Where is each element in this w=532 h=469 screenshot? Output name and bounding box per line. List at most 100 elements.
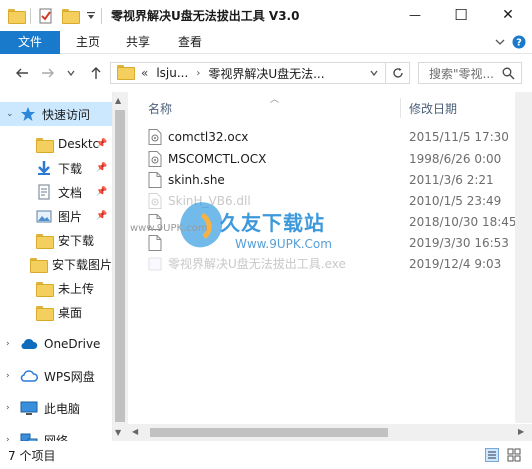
pin-icon: 📌 bbox=[96, 163, 108, 173]
forward-button[interactable] bbox=[38, 63, 58, 83]
ocx-file-icon bbox=[148, 128, 162, 145]
file-date: 2015/11/5 17:30 bbox=[409, 129, 509, 144]
sidebar-item[interactable]: Desktc 📌 bbox=[0, 132, 112, 156]
file-name: MSCOMCTL.OCX bbox=[168, 151, 267, 166]
details-view-icon[interactable] bbox=[485, 448, 499, 465]
tab-view[interactable]: 查看 bbox=[170, 31, 210, 54]
download-arrow-icon bbox=[36, 160, 52, 176]
file-row[interactable]: 2019/3/30 16:53 bbox=[148, 232, 512, 253]
expand-ribbon-icon[interactable] bbox=[494, 36, 506, 51]
file-name: 零视界解决U盘无法拔出工具.exe bbox=[168, 257, 346, 271]
sidebar-item[interactable]: › 此电脑 bbox=[0, 396, 112, 420]
breadcrumb-overflow[interactable]: « bbox=[141, 66, 148, 80]
file-date: 1998/6/26 0:00 bbox=[409, 151, 502, 166]
column-header-date[interactable]: 修改日期 bbox=[409, 100, 457, 118]
ocx-file-icon bbox=[148, 150, 162, 167]
back-arrow-icon bbox=[16, 68, 28, 78]
customize-toolbar-icon[interactable] bbox=[86, 7, 96, 24]
file-date: 2019/3/30 16:53 bbox=[409, 235, 509, 250]
breadcrumb-item[interactable]: lsju... bbox=[156, 66, 188, 80]
file-date: 2018/10/30 18:45 bbox=[409, 214, 517, 229]
sidebar-item[interactable]: 安下载 bbox=[0, 228, 112, 252]
content-scrollbar[interactable] bbox=[515, 92, 532, 423]
column-header-name[interactable]: 名称 bbox=[148, 100, 172, 118]
refresh-button[interactable] bbox=[385, 63, 409, 83]
scroll-right-icon[interactable]: ▶ bbox=[518, 427, 524, 436]
close-button[interactable]: ✕ bbox=[485, 0, 531, 30]
sidebar-item[interactable]: 下载 📌 bbox=[0, 156, 112, 180]
sidebar-item[interactable]: 未上传 bbox=[0, 276, 112, 300]
file-row[interactable]: 2018/10/30 18:45 bbox=[148, 211, 517, 232]
chevron-right-icon[interactable]: › bbox=[6, 371, 18, 381]
address-bar[interactable]: « lsju... › 零视界解决U盘无法... bbox=[110, 62, 410, 84]
sidebar-item-label: 下载 bbox=[58, 161, 83, 176]
breadcrumb-separator-icon[interactable]: › bbox=[196, 68, 200, 79]
window-title: 零视界解决U盘无法拔出工具 V3.0 bbox=[111, 9, 300, 23]
up-button[interactable] bbox=[86, 63, 106, 83]
toolbar-divider bbox=[101, 8, 102, 24]
large-icons-view-icon[interactable] bbox=[507, 448, 521, 465]
column-divider[interactable] bbox=[400, 98, 401, 118]
sidebar-item[interactable]: 安下载图片 bbox=[0, 252, 112, 276]
search-box[interactable]: 搜索"零视... bbox=[418, 62, 522, 84]
scroll-down-icon[interactable]: ▼ bbox=[115, 428, 121, 437]
exe-file-icon bbox=[148, 256, 162, 272]
sort-indicator-icon: ︿ bbox=[270, 95, 280, 105]
scroll-up-icon[interactable]: ▲ bbox=[115, 96, 121, 105]
file-name: skinh.she bbox=[168, 172, 225, 187]
network-icon bbox=[20, 432, 38, 441]
sidebar-item-label: 安下载 bbox=[58, 233, 95, 248]
sidebar-item[interactable]: 文档 📌 bbox=[0, 180, 112, 204]
scroll-left-icon[interactable]: ◀ bbox=[132, 427, 138, 436]
dll-file-icon bbox=[148, 192, 162, 209]
sidebar-item-label: 未上传 bbox=[58, 281, 95, 296]
folder-icon bbox=[36, 233, 54, 249]
horizontal-scroll-thumb[interactable] bbox=[150, 428, 388, 437]
sidebar-item[interactable]: › OneDrive bbox=[0, 332, 112, 356]
sidebar-item[interactable]: › 网络 bbox=[0, 428, 112, 441]
sidebar-item-label: WPS网盘 bbox=[44, 369, 95, 384]
sidebar-scroll-thumb[interactable] bbox=[115, 110, 125, 422]
folder-icon bbox=[36, 137, 54, 153]
folder-icon bbox=[117, 65, 135, 81]
file-row[interactable]: SkinH_VB6.dll 2010/1/5 23:49 bbox=[148, 190, 512, 211]
pin-icon: 📌 bbox=[96, 139, 108, 149]
help-icon[interactable]: ? bbox=[512, 35, 526, 52]
maximize-button[interactable]: ☐ bbox=[438, 0, 484, 30]
chevron-right-icon[interactable]: › bbox=[6, 339, 18, 349]
file-row[interactable]: skinh.she 2011/3/6 2:21 bbox=[148, 169, 512, 190]
breadcrumb-item[interactable]: 零视界解决U盘无法... bbox=[208, 65, 324, 82]
file-row[interactable]: 零视界解决U盘无法拔出工具.exe 2019/12/4 9:03 bbox=[148, 253, 512, 274]
minimize-button[interactable]: — bbox=[392, 0, 438, 30]
recent-locations-button[interactable] bbox=[64, 63, 78, 83]
address-dropdown-icon[interactable] bbox=[369, 67, 379, 81]
sidebar-item-label: 安下载图片 bbox=[51, 257, 112, 272]
wps-cloud-icon bbox=[20, 369, 38, 383]
pictures-icon bbox=[36, 208, 52, 224]
file-row[interactable]: MSCOMCTL.OCX 1998/6/26 0:00 bbox=[148, 148, 512, 169]
refresh-icon bbox=[392, 68, 403, 78]
cloud-icon bbox=[20, 337, 38, 351]
chevron-down-icon bbox=[67, 70, 75, 77]
sidebar-item[interactable]: ⌄ 快速访问 bbox=[0, 102, 112, 126]
chevron-down-icon[interactable]: ⌄ bbox=[6, 109, 18, 119]
sidebar-item[interactable]: 图片 📌 bbox=[0, 204, 112, 228]
sidebar-item[interactable]: › WPS网盘 bbox=[0, 364, 112, 388]
pin-icon: 📌 bbox=[96, 187, 108, 197]
chevron-right-icon[interactable]: › bbox=[6, 403, 18, 413]
file-icon bbox=[148, 213, 162, 230]
pin-icon: 📌 bbox=[96, 211, 108, 221]
sidebar-item[interactable]: 桌面 bbox=[0, 300, 112, 324]
new-folder-icon[interactable] bbox=[62, 7, 80, 24]
computer-icon bbox=[20, 400, 38, 416]
tab-file[interactable]: 文件 bbox=[0, 31, 60, 54]
file-date: 2019/12/4 9:03 bbox=[409, 256, 502, 271]
file-row[interactable]: comctl32.ocx 2015/11/5 17:30 bbox=[148, 126, 512, 147]
search-icon[interactable] bbox=[502, 67, 515, 83]
properties-icon[interactable] bbox=[38, 7, 54, 24]
tab-home[interactable]: 主页 bbox=[68, 31, 108, 54]
svg-text:?: ? bbox=[516, 38, 522, 49]
search-input[interactable]: 搜索"零视... bbox=[429, 65, 494, 82]
back-button[interactable] bbox=[12, 63, 32, 83]
tab-share[interactable]: 共享 bbox=[118, 31, 158, 54]
